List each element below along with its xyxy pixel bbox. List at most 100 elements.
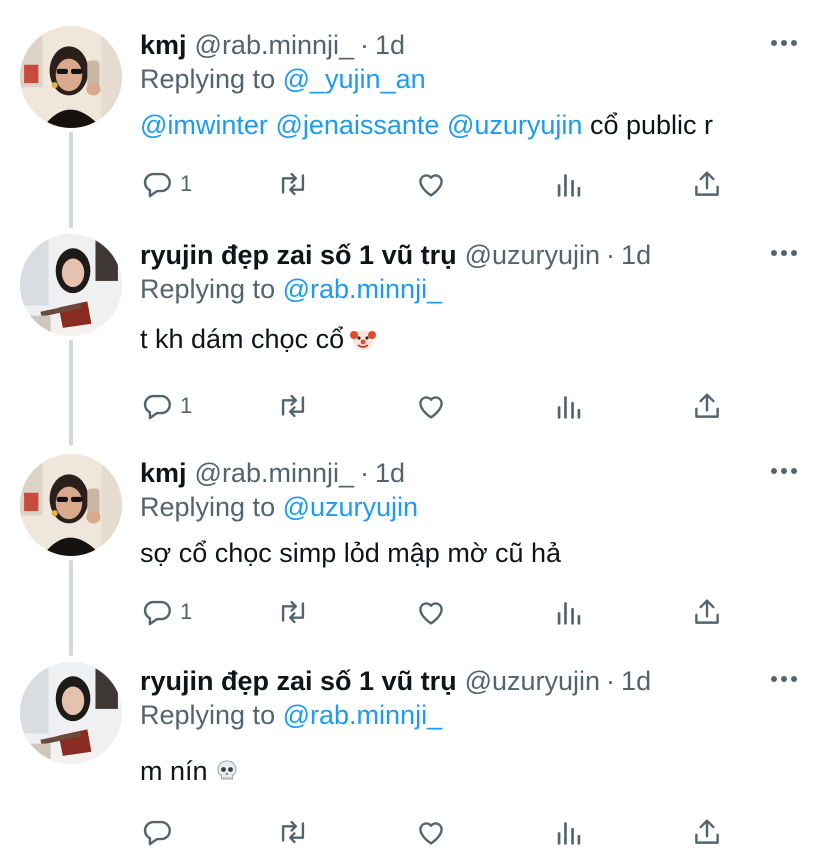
user-handle[interactable]: @uzuryujin: [465, 240, 600, 271]
tweet-body-text: sợ cổ chọc simp lỏd mập mờ cũ hả: [140, 538, 562, 568]
timestamp[interactable]: 1d: [621, 240, 651, 271]
like-icon: [419, 822, 443, 845]
replying-to-label: Replying to: [140, 64, 276, 94]
views-button[interactable]: [552, 592, 586, 632]
avatar[interactable]: [20, 26, 122, 128]
avatar-woman-sunglasses-image: [20, 26, 122, 128]
display-name[interactable]: kmj: [140, 30, 187, 61]
avatar[interactable]: [20, 662, 122, 764]
separator-dot: ·: [360, 457, 369, 488]
share-icon: [695, 819, 719, 844]
tweet-actions: 1: [140, 592, 740, 632]
share-button[interactable]: [690, 164, 724, 204]
tweet-thread: kmj @rab.minnji_ · 1d Replying to @_yuji…: [0, 0, 828, 864]
retweet-button[interactable]: [276, 812, 310, 852]
mention-link[interactable]: @uzuryujin: [447, 110, 582, 140]
views-icon: [557, 396, 581, 419]
share-button[interactable]: [690, 812, 724, 852]
reply-icon: [143, 600, 171, 626]
tweet[interactable]: ryujin đẹp zai số 1 vũ trụ @uzuryujin · …: [0, 656, 828, 864]
retweet-icon: [281, 820, 305, 844]
tweet-text: sợ cổ chọc simp lỏd mập mờ cũ hả: [140, 538, 561, 569]
mention-link[interactable]: @jenaissante: [275, 110, 439, 140]
separator-dot: ·: [606, 665, 616, 696]
reply-button[interactable]: 1: [140, 386, 192, 426]
more-icon[interactable]: [764, 456, 804, 486]
share-icon: [695, 171, 719, 196]
tweet-actions: [140, 812, 740, 852]
user-handle[interactable]: @rab.minnji_: [195, 458, 354, 489]
more-icon[interactable]: [764, 28, 804, 58]
avatar-guitar-player-image: [20, 662, 122, 764]
retweet-button[interactable]: [276, 386, 310, 426]
separator-dot: ·: [360, 29, 369, 60]
tweet[interactable]: kmj @rab.minnji_ · 1d Replying to @uzury…: [0, 446, 828, 656]
timestamp[interactable]: 1d: [621, 666, 651, 697]
avatar[interactable]: [20, 454, 122, 556]
replying-to-mention[interactable]: @rab.minnji_: [283, 700, 442, 730]
reply-count: 1: [180, 171, 193, 196]
timestamp[interactable]: 1d: [375, 30, 405, 61]
share-icon: [695, 393, 719, 418]
views-button[interactable]: [552, 164, 586, 204]
replying-to-label: Replying to: [140, 274, 276, 304]
tweet[interactable]: ryujin đẹp zai số 1 vũ trụ @uzuryujin · …: [0, 228, 828, 446]
share-button[interactable]: [690, 386, 724, 426]
avatar-guitar-player-image: [20, 234, 122, 336]
like-icon: [419, 602, 443, 625]
tweet-text: m nín: [140, 756, 240, 787]
retweet-button[interactable]: [276, 592, 310, 632]
views-button[interactable]: [552, 812, 586, 852]
like-button[interactable]: [414, 592, 448, 632]
tweet-header: ryujin đẹp zai số 1 vũ trụ @uzuryujin · …: [140, 238, 651, 272]
avatar[interactable]: [20, 234, 122, 336]
replying-to: Replying to @rab.minnji_: [140, 700, 442, 731]
replying-to: Replying to @uzuryujin: [140, 492, 418, 523]
like-icon: [419, 396, 443, 419]
user-handle[interactable]: @uzuryujin: [465, 666, 600, 697]
skull-emoji: [214, 758, 240, 784]
views-icon: [557, 822, 581, 845]
tweet-actions: 1: [140, 164, 740, 204]
tweet-body-text: m nín: [140, 756, 208, 786]
reply-button[interactable]: 1: [140, 164, 192, 204]
more-icon[interactable]: [764, 238, 804, 268]
reply-icon: [143, 394, 171, 420]
retweet-icon: [281, 394, 305, 418]
tweet-body-text: cổ public r: [589, 110, 714, 140]
tweet-text: t kh dám chọc cổ: [140, 324, 377, 355]
replying-to: Replying to @_yujin_an: [140, 64, 426, 95]
tweet[interactable]: kmj @rab.minnji_ · 1d Replying to @_yuji…: [0, 0, 828, 228]
reply-button[interactable]: [140, 812, 180, 852]
views-button[interactable]: [552, 386, 586, 426]
views-icon: [557, 602, 581, 625]
replying-to-mention[interactable]: @uzuryujin: [283, 492, 418, 522]
tweet-header: ryujin đẹp zai số 1 vũ trụ @uzuryujin · …: [140, 664, 651, 698]
mention-link[interactable]: @imwinter: [140, 110, 268, 140]
views-icon: [557, 174, 581, 197]
replying-to-mention[interactable]: @_yujin_an: [283, 64, 426, 94]
reply-count: 1: [180, 599, 193, 624]
replying-to-mention[interactable]: @rab.minnji_: [283, 274, 442, 304]
tweet-header: kmj @rab.minnji_ · 1d: [140, 456, 405, 490]
display-name[interactable]: kmj: [140, 458, 187, 489]
clown-face-emoji: [350, 326, 377, 352]
reply-button[interactable]: 1: [140, 592, 192, 632]
user-handle[interactable]: @rab.minnji_: [195, 30, 354, 61]
display-name[interactable]: ryujin đẹp zai số 1 vũ trụ: [140, 666, 457, 697]
tweet-body-text: t kh dám chọc cổ: [140, 324, 345, 354]
share-button[interactable]: [690, 592, 724, 632]
like-button[interactable]: [414, 812, 448, 852]
tweet-header: kmj @rab.minnji_ · 1d: [140, 28, 405, 62]
replying-to-label: Replying to: [140, 492, 276, 522]
share-icon: [695, 599, 719, 624]
reply-icon: [143, 820, 171, 846]
display-name[interactable]: ryujin đẹp zai số 1 vũ trụ: [140, 240, 457, 271]
retweet-button[interactable]: [276, 164, 310, 204]
replying-to: Replying to @rab.minnji_: [140, 274, 442, 305]
like-button[interactable]: [414, 386, 448, 426]
like-button[interactable]: [414, 164, 448, 204]
more-icon[interactable]: [764, 664, 804, 694]
timestamp[interactable]: 1d: [375, 458, 405, 489]
avatar-woman-sunglasses-image: [20, 454, 122, 556]
